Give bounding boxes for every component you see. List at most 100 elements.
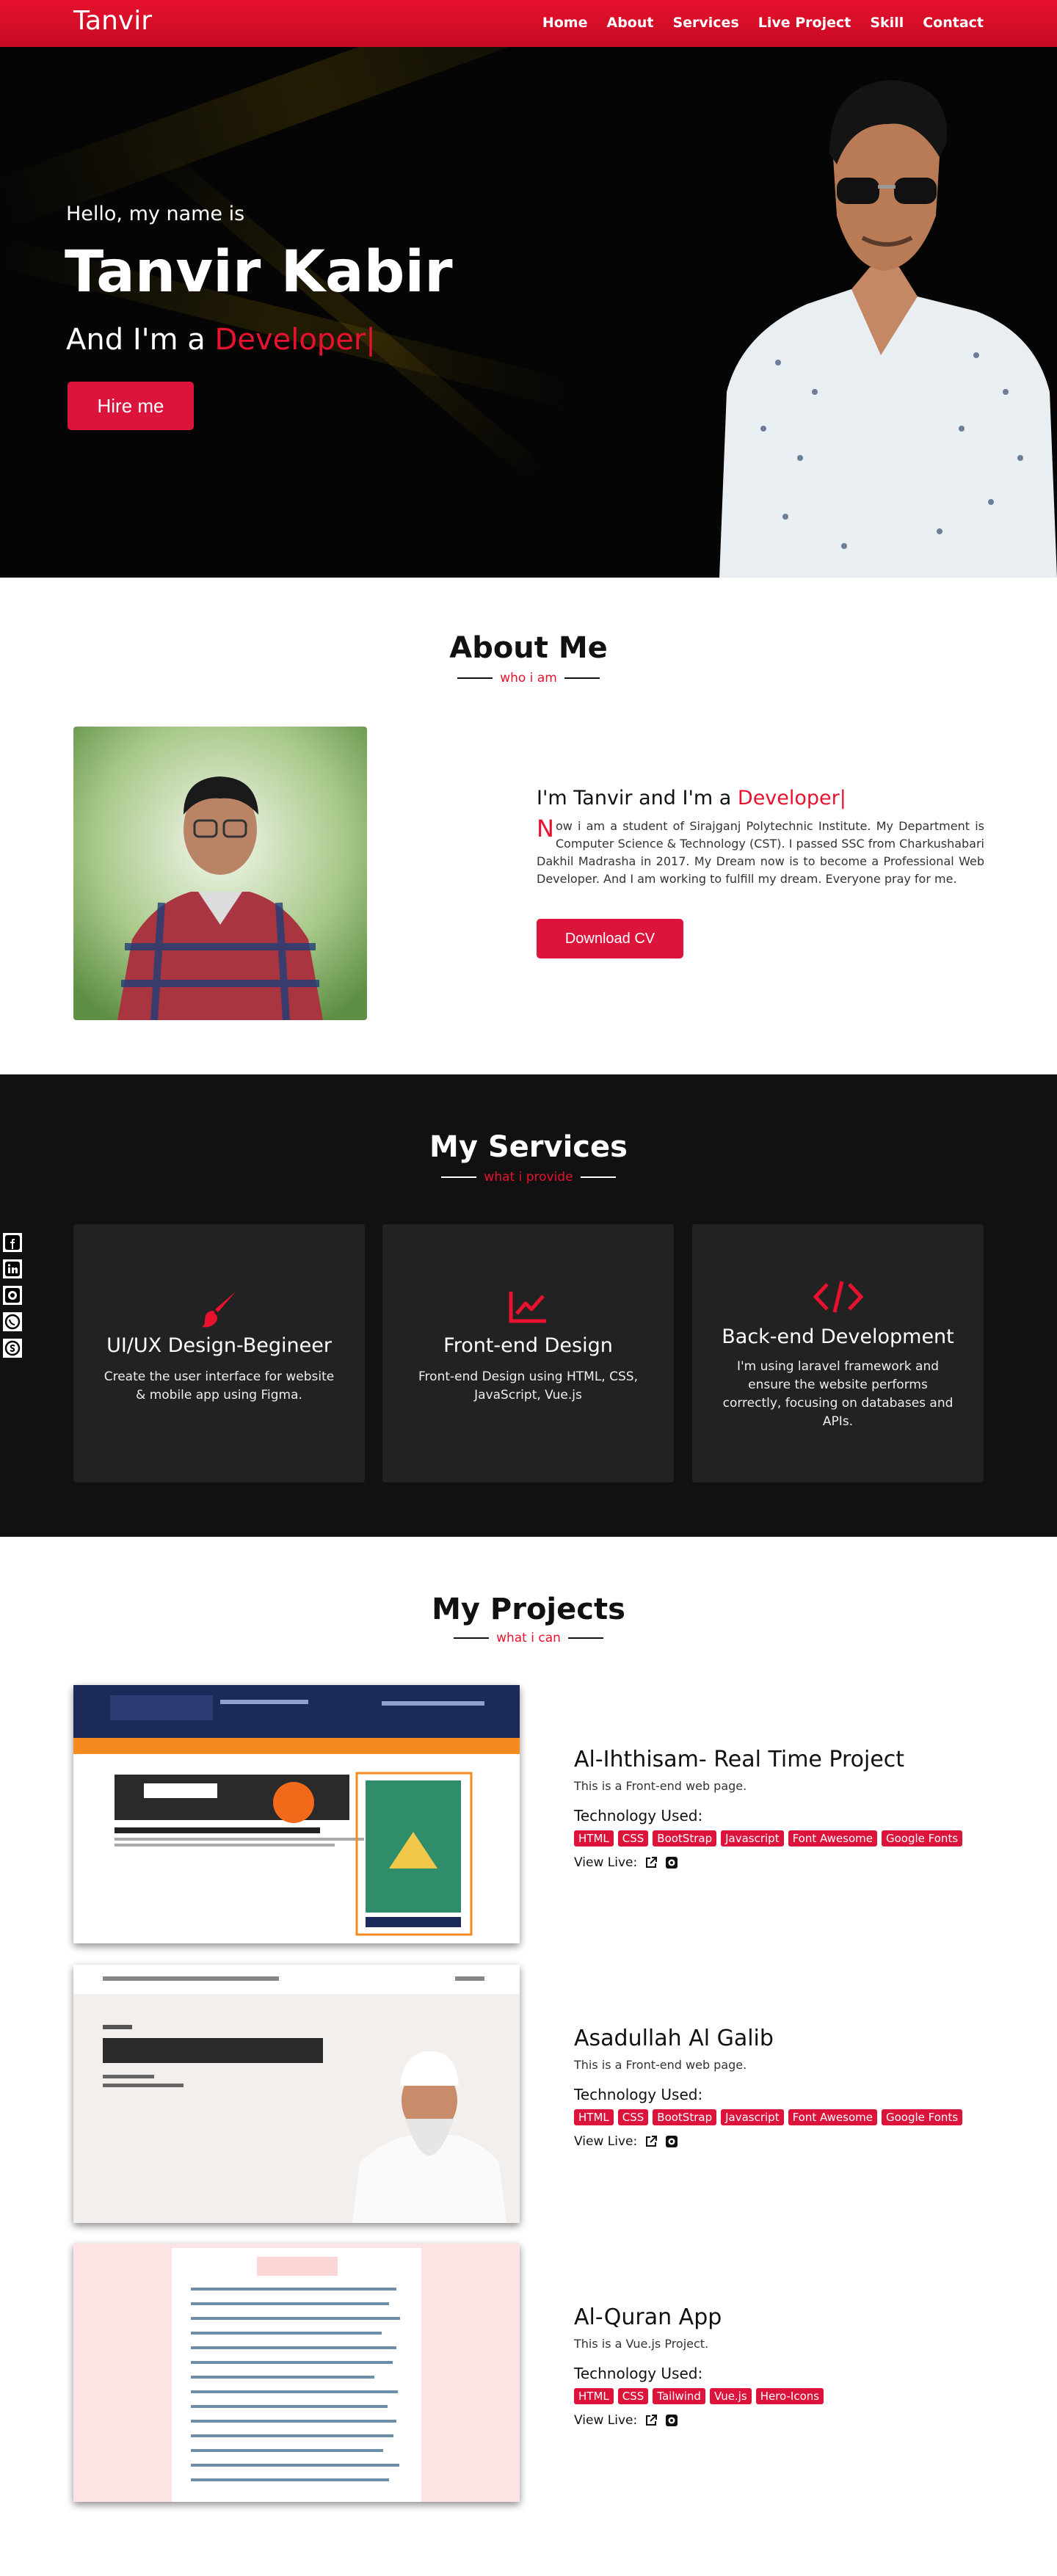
hero-greeting: Hello, my name is [66,203,245,225]
view-live-label: View Live: [574,2134,638,2149]
view-live-row: View Live: [574,1855,678,1870]
project-desc: This is a Front-end web page. [574,1779,747,1793]
divider-line [457,677,493,679]
social-sidebar [3,1233,22,1358]
hero-portrait-image [719,80,1057,578]
tech-label: Technology Used: [574,2086,703,2103]
services-subtitle-text: what i provide [484,1170,573,1185]
divider-line [454,1637,490,1639]
github-icon[interactable] [665,2135,678,2148]
view-live-row: View Live: [574,2413,678,2428]
code-icon [692,1278,984,1315]
about-text-body: ow i am a student of Sirajganj Polytechn… [537,819,984,886]
service-desc: Front-end Design using HTML, CSS, JavaSc… [418,1369,638,1402]
about-photo-image [73,727,367,1020]
tech-tag: CSS [617,2109,649,2125]
tech-label: Technology Used: [574,1807,703,1824]
services-section: My Services what i provide UI/UX Design-… [0,1074,1057,1537]
paintbrush-icon [73,1289,365,1328]
project-desc: This is a Vue.js Project. [574,2337,709,2351]
external-link-icon[interactable] [644,1856,658,1869]
external-link-icon[interactable] [644,2414,658,2427]
nav-about[interactable]: About [606,15,653,31]
nav-contact[interactable]: Contact [923,15,984,31]
tech-tag: HTML [574,1830,614,1847]
project-title: Al-Quran App [574,2304,722,2330]
service-card-backend: Back-end Development I'm using laravel f… [692,1224,984,1482]
about-heading: I'm Tanvir and I'm a Developer| [537,787,846,809]
nav-live-project[interactable]: Live Project [758,15,851,31]
about-heading-prefix: I'm Tanvir and I'm a [537,787,732,809]
linkedin-icon[interactable] [3,1259,22,1278]
tech-tag: Google Fonts [882,1830,963,1847]
whatsapp-icon[interactable] [3,1312,22,1331]
divider-line [567,1637,603,1639]
brand-logo[interactable]: Tanvir [73,6,152,36]
service-desc: Create the user interface for website & … [103,1369,335,1402]
service-title: UI/UX Design-Begineer [106,1334,332,1357]
service-desc: I'm using laravel framework and ensure t… [722,1359,954,1429]
about-paragraph: Now i am a student of Sirajganj Polytech… [537,815,984,888]
service-title: Front-end Design [443,1334,613,1357]
tech-tag: Javascript [721,2109,784,2125]
light-beam [0,47,630,229]
tech-label: Technology Used: [574,2365,703,2382]
service-card-frontend: Front-end Design Front-end Design using … [382,1224,674,1482]
view-live-row: View Live: [574,2134,678,2149]
download-cv-button[interactable]: Download CV [537,919,683,958]
github-icon[interactable] [3,1286,22,1305]
tech-tags: HTML CSS BootStrap Javascript Font Aweso… [574,2109,963,2125]
github-icon[interactable] [665,2414,678,2427]
tech-tag: HTML [574,2388,614,2404]
project-thumbnail-galib[interactable] [73,1965,520,2223]
about-title: About Me [449,631,608,665]
nav-services[interactable]: Services [672,15,738,31]
hero-name: Tanvir Kabir [65,239,453,305]
tech-tag: Font Awesome [788,2109,877,2125]
view-live-label: View Live: [574,1855,638,1870]
facebook-icon[interactable] [3,1233,22,1252]
service-title: Back-end Development [722,1325,954,1348]
nav-home[interactable]: Home [542,15,588,31]
tech-tag: Hero-Icons [755,2388,824,2404]
tech-tags: HTML CSS Tailwind Vue.js Hero-Icons [574,2388,824,2404]
project-desc: This is a Front-end web page. [574,2058,747,2072]
services-title: My Services [429,1130,628,1164]
projects-subtitle-text: what i can [496,1631,561,1645]
view-live-label: View Live: [574,2413,638,2428]
tech-tag: BootStrap [653,2109,717,2125]
tech-tag: CSS [617,1830,649,1847]
tech-tag: Javascript [721,1830,784,1847]
divider-line [580,1176,616,1178]
project-thumbnail-ihthisam[interactable] [73,1685,520,1943]
divider-line [441,1176,477,1178]
hero-role-prefix: And I'm a [66,323,206,357]
services-subtitle: what i provide [0,1170,1057,1185]
github-icon[interactable] [665,1856,678,1869]
tech-tag: Vue.js [709,2388,752,2404]
hero-role-typed: Developer| [214,323,376,357]
about-subtitle: who i am [0,671,1057,685]
tech-tag: Tailwind [653,2388,705,2404]
external-link-icon[interactable] [644,2135,658,2148]
tech-tag: CSS [617,2388,649,2404]
hero-role: And I'm a Developer| [66,323,376,357]
projects-title: My Projects [432,1593,625,1626]
project-thumbnail-quran[interactable] [73,2244,520,2502]
hero-section: Hello, my name is Tanvir Kabir And I'm a… [0,47,1057,578]
project-title: Al-Ihthisam- Real Time Project [574,1747,905,1772]
divider-line [564,677,600,679]
tech-tag: HTML [574,2109,614,2125]
skype-icon[interactable] [3,1339,22,1358]
about-heading-role: Developer| [737,787,846,809]
service-card-uiux: UI/UX Design-Begineer Create the user in… [73,1224,365,1482]
hire-me-button[interactable]: Hire me [68,382,194,430]
project-title: Asadullah Al Galib [574,2026,774,2051]
tech-tags: HTML CSS BootStrap Javascript Font Aweso… [574,1830,963,1847]
projects-subtitle: what i can [0,1631,1057,1645]
tech-tag: Font Awesome [788,1830,877,1847]
nav-skill[interactable]: Skill [870,15,904,31]
drop-cap: N [537,815,554,843]
main-menu: Home About Services Live Project Skill C… [542,15,984,31]
about-subtitle-text: who i am [500,671,557,685]
